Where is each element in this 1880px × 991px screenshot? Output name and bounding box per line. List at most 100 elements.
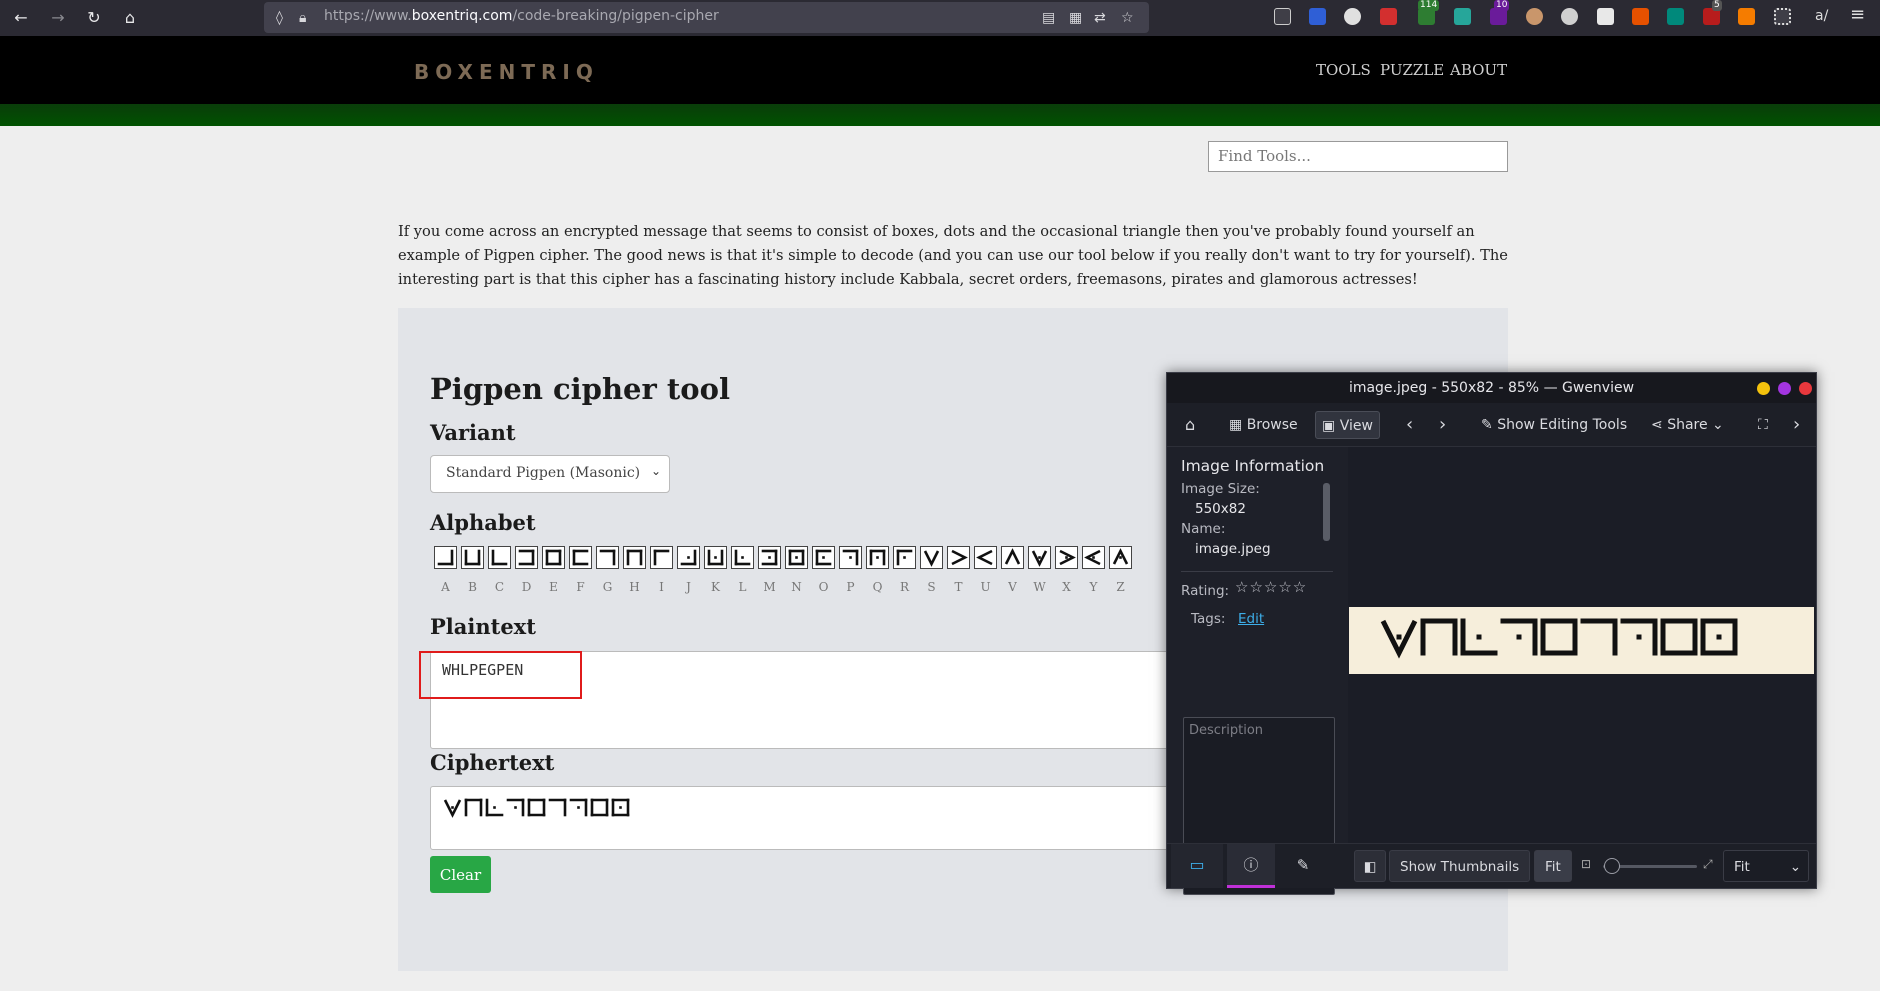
pigpen-symbol-g[interactable] [596, 546, 619, 569]
pigpen-symbol-b[interactable] [461, 546, 484, 569]
reload-icon[interactable]: ↻ [83, 7, 105, 29]
pigpen-symbol-j[interactable] [677, 546, 700, 569]
pigpen-symbol-w[interactable] [1028, 546, 1051, 569]
close-icon[interactable] [1799, 382, 1812, 395]
pigpen-symbol-v[interactable] [1001, 546, 1024, 569]
clear-button[interactable]: Clear [430, 856, 491, 893]
sidebar-scrollbar[interactable] [1323, 483, 1330, 541]
zoom-in-icon[interactable]: ⤢ [1703, 857, 1713, 872]
folder-tab-icon[interactable]: ▭ [1171, 844, 1223, 888]
shield-icon[interactable]: ◊ [276, 10, 283, 26]
pigpen-symbol-n[interactable] [785, 546, 808, 569]
rating-stars[interactable]: ☆☆☆☆☆ [1235, 578, 1307, 596]
pigpen-symbol-e[interactable] [542, 546, 565, 569]
pigpen-symbol-q[interactable] [866, 546, 889, 569]
url-bar[interactable]: ◊ 🔒︎ https://www.boxentriq.com/code-brea… [264, 2, 1149, 33]
pigpen-symbol-f[interactable] [569, 546, 592, 569]
intro-text: If you come across an encrypted message … [398, 223, 1508, 288]
home-icon[interactable]: ⌂ [1179, 411, 1201, 439]
window-title: image.jpeg - 550x82 - 85% — Gwenview [1167, 373, 1816, 403]
pigpen-symbol-t[interactable] [947, 546, 970, 569]
pigpen-symbol-z[interactable] [1109, 546, 1132, 569]
share-button[interactable]: ⋖ Share ⌄ [1645, 411, 1730, 439]
extensions-grid-icon[interactable] [1774, 8, 1791, 25]
pigpen-symbol-c[interactable] [488, 546, 511, 569]
previous-icon[interactable]: ‹ [1400, 411, 1419, 439]
pigpen-symbol-r[interactable] [893, 546, 916, 569]
alphabet-letter: P [846, 580, 855, 594]
nav-puzzle[interactable]: PUZZLE [1380, 61, 1444, 79]
home-icon[interactable]: ⌂ [119, 7, 141, 29]
minimize-icon[interactable] [1757, 382, 1770, 395]
extension-mail-icon[interactable] [1667, 8, 1684, 25]
pigpen-symbol-p[interactable] [839, 546, 862, 569]
pigpen-symbol-y[interactable] [1082, 546, 1105, 569]
maximize-icon[interactable] [1778, 382, 1791, 395]
pigpen-symbol-i[interactable] [650, 546, 673, 569]
rating-label: Rating: [1181, 583, 1230, 599]
site-logo[interactable]: BOXENTRIQ [414, 60, 599, 84]
pigpen-symbol-l[interactable] [731, 546, 754, 569]
gwenview-window: image.jpeg - 550x82 - 85% — Gwenview ⌂ ▦… [1166, 372, 1817, 895]
next-icon[interactable]: › [1433, 411, 1452, 439]
extension-fox-icon[interactable] [1632, 8, 1649, 25]
forward-icon[interactable]: → [47, 7, 69, 29]
extension-face-icon[interactable] [1526, 8, 1543, 25]
alphabet-letter: Z [1116, 580, 1125, 594]
alphabet-letter: E [549, 580, 558, 594]
zoom-select[interactable]: Fit ⌄ [1723, 850, 1809, 882]
lock-icon[interactable]: 🔒︎ [299, 10, 306, 26]
pigpen-symbol-d[interactable] [515, 546, 538, 569]
nav-tools[interactable]: TOOLS [1316, 61, 1371, 79]
variant-label: Variant [430, 420, 516, 445]
extension-red-icon[interactable] [1380, 8, 1397, 25]
extension-m-icon[interactable] [1344, 8, 1361, 25]
pigpen-symbol-x[interactable] [1055, 546, 1078, 569]
image-glyphs [1380, 618, 1738, 659]
pocket-icon[interactable] [1274, 8, 1291, 25]
bookmark-star-icon[interactable]: ☆ [1121, 10, 1134, 26]
pigpen-symbol-o[interactable] [812, 546, 835, 569]
pigpen-symbol-h[interactable] [623, 546, 646, 569]
show-editing-tools-button[interactable]: ✎ Show Editing Tools [1475, 411, 1633, 439]
nav-about[interactable]: ABOUT [1450, 61, 1507, 79]
edit-tab-icon[interactable]: ✎ [1279, 844, 1327, 888]
translate-icon[interactable]: ⇄ [1094, 10, 1106, 26]
pigpen-symbol-k[interactable] [704, 546, 727, 569]
ciphertext-output[interactable] [430, 786, 1170, 850]
view-button[interactable]: ▣ View [1315, 411, 1380, 439]
tags-edit-link[interactable]: Edit [1238, 611, 1264, 627]
info-tab-icon[interactable]: ⓘ [1227, 844, 1275, 888]
fit-button[interactable]: Fit [1534, 850, 1572, 882]
back-icon[interactable]: ← [10, 7, 32, 29]
sidebar-toggle-icon[interactable]: ◧ [1354, 850, 1386, 882]
chevron-down-icon: ⌄ [1789, 859, 1801, 875]
pigpen-symbol-a[interactable] [434, 546, 457, 569]
pigpen-symbol-m[interactable] [758, 546, 781, 569]
reader-mode-icon[interactable]: ▤ [1042, 10, 1055, 26]
zoom-out-icon[interactable]: ⊡ [1581, 857, 1591, 871]
browse-button[interactable]: ▦ Browse [1223, 411, 1304, 439]
qr-icon[interactable]: ▦ [1069, 10, 1082, 26]
browse-label: Browse [1246, 417, 1298, 433]
url-text[interactable]: https://www.boxentriq.com/code-breaking/… [324, 8, 719, 24]
show-thumbnails-button[interactable]: Show Thumbnails [1389, 850, 1531, 882]
fullscreen-icon[interactable]: ⛶ [1752, 411, 1774, 439]
zoom-slider-handle[interactable] [1604, 858, 1620, 874]
extension-car-icon[interactable] [1597, 8, 1614, 25]
more-icon[interactable]: › [1787, 411, 1806, 439]
menu-icon[interactable]: ≡ [1850, 4, 1865, 25]
translate-ext-icon[interactable]: a/ [1815, 8, 1828, 24]
find-tools-input[interactable]: Find Tools... [1208, 141, 1508, 172]
alphabet-letter: T [954, 580, 963, 594]
pencil-icon: ✎ [1481, 417, 1498, 433]
pigpen-symbol-s[interactable] [920, 546, 943, 569]
gwenview-statusbar: ▭ ⓘ ✎ ◧ Show Thumbnails Fit ⊡ ⤢ Fit ⌄ [1167, 843, 1816, 888]
extension-save-icon[interactable] [1454, 8, 1471, 25]
variant-select[interactable]: Standard Pigpen (Masonic) ⌄ [430, 455, 670, 493]
pigpen-symbol-u[interactable] [974, 546, 997, 569]
extension-orange-icon[interactable] [1738, 8, 1755, 25]
extension-blue-icon[interactable] [1309, 8, 1326, 25]
alphabet-letter: G [602, 580, 613, 594]
extension-cookie-icon[interactable] [1561, 8, 1578, 25]
